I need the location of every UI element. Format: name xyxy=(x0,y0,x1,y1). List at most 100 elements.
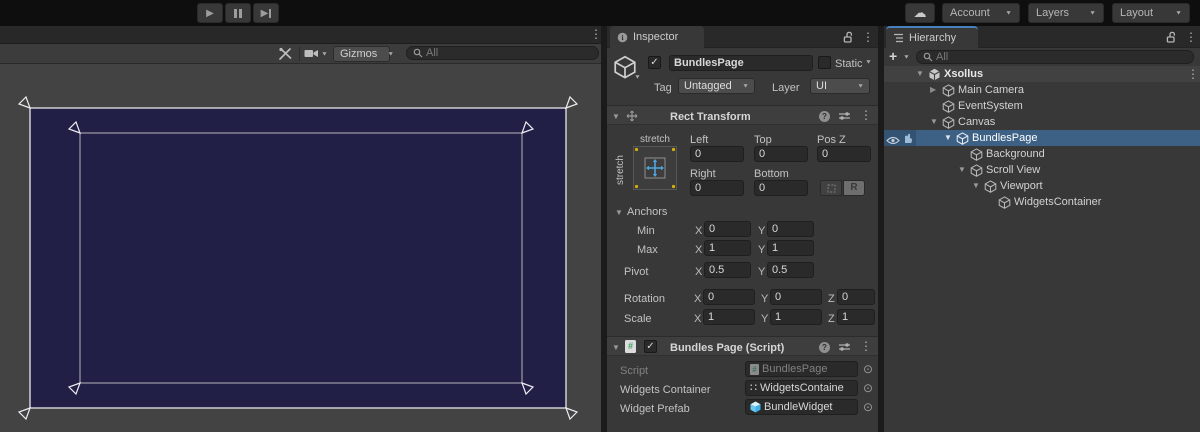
anchor-min-y-field[interactable]: 0 xyxy=(767,221,814,237)
foldout-arrow[interactable]: ▼ xyxy=(612,112,620,121)
layout-dropdown[interactable]: Layout▼ xyxy=(1112,3,1190,23)
step-button[interactable]: ▶ xyxy=(253,3,279,23)
account-dropdown[interactable]: Account▼ xyxy=(942,3,1020,23)
cloud-services-button[interactable]: ☁ xyxy=(905,3,935,23)
hierarchy-row-canvas[interactable]: ▼ Canvas xyxy=(884,114,1200,130)
top-field[interactable]: 0 xyxy=(754,146,808,162)
create-dropdown-icon[interactable]: ▼ xyxy=(903,55,910,61)
layout-label: Layout xyxy=(1120,7,1153,19)
camera-icon[interactable] xyxy=(304,48,319,59)
hierarchy-row-main-camera[interactable]: ▶ Main Camera xyxy=(884,82,1200,98)
search-placeholder: All xyxy=(936,51,948,63)
left-field[interactable]: 0 xyxy=(690,146,744,162)
hierarchy-row-eventsystem[interactable]: EventSystem xyxy=(884,98,1200,114)
anchor-max-x-field[interactable]: 1 xyxy=(704,240,751,256)
canvas-rect[interactable] xyxy=(30,108,566,408)
raw-edit-button[interactable]: R xyxy=(843,180,865,196)
item-label: Viewport xyxy=(1000,178,1043,194)
active-checkbox[interactable]: ✓ xyxy=(648,56,661,69)
component-menu-icon[interactable]: ⋮ xyxy=(860,104,872,126)
scale-y-field[interactable]: 1 xyxy=(770,309,822,325)
scale-x-field[interactable]: 1 xyxy=(703,309,755,325)
item-label: Main Camera xyxy=(958,82,1024,98)
anchors-label: Anchors xyxy=(627,205,667,219)
layers-label: Layers xyxy=(1036,7,1069,19)
presets-icon[interactable] xyxy=(838,342,851,352)
play-button[interactable]: ▶ xyxy=(197,3,223,23)
bottom-field[interactable]: 0 xyxy=(754,180,808,196)
help-icon[interactable]: ? xyxy=(819,342,830,353)
layers-dropdown[interactable]: Layers▼ xyxy=(1028,3,1104,23)
lock-icon[interactable] xyxy=(843,31,854,43)
hierarchy-search-input[interactable]: All xyxy=(916,50,1194,64)
scene-viewport[interactable] xyxy=(0,64,601,432)
rotation-y-field[interactable]: 0 xyxy=(770,289,822,305)
hierarchy-row-background[interactable]: Background xyxy=(884,146,1200,162)
hierarchy-menu-icon[interactable]: ⋮ xyxy=(1185,26,1197,48)
chevron-down-icon: ▼ xyxy=(383,51,398,57)
rotation-x-field[interactable]: 0 xyxy=(703,289,755,305)
script-component-header[interactable]: ▼ # ✓ Bundles Page (Script) ? ⋮ xyxy=(607,336,878,356)
object-picker-icon[interactable]: ⊙ xyxy=(863,362,873,376)
gizmos-dropdown[interactable]: Gizmos ▼ xyxy=(333,46,390,62)
foldout-arrow[interactable]: ▼ xyxy=(958,162,966,178)
script-component-body: Script # BundlesPage ⊙ Widgets Container… xyxy=(607,356,878,432)
item-label: EventSystem xyxy=(958,98,1023,114)
pause-button[interactable] xyxy=(225,3,251,23)
pivot-y-field[interactable]: 0.5 xyxy=(767,262,814,278)
search-icon xyxy=(413,48,423,58)
foldout-arrow[interactable]: ▼ xyxy=(612,343,620,352)
scale-z-field[interactable]: 1 xyxy=(837,309,875,325)
cloud-icon: ☁ xyxy=(914,5,927,21)
widget-prefab-label: Widget Prefab xyxy=(620,402,690,416)
gameobject-icon xyxy=(970,164,983,177)
hierarchy-row-bundlespage[interactable]: ▼ BundlesPage xyxy=(884,130,1200,146)
gameobject-name-field[interactable]: BundlesPage xyxy=(669,55,813,71)
scene-toolbar: ▼ Gizmos ▼ All xyxy=(0,44,601,64)
tab-hierarchy[interactable]: Hierarchy xyxy=(886,26,978,48)
camera-dropdown-icon[interactable]: ▼ xyxy=(321,52,328,58)
pivot-x-field[interactable]: 0.5 xyxy=(704,262,751,278)
foldout-arrow[interactable]: ▼ xyxy=(930,114,938,130)
foldout-arrow[interactable]: ▼ xyxy=(944,130,952,146)
anchors-foldout-arrow[interactable]: ▼ xyxy=(615,208,623,217)
pickability-hand-icon[interactable] xyxy=(902,133,915,146)
tools-icon[interactable] xyxy=(278,47,293,61)
anchor-max-y-field[interactable]: 1 xyxy=(767,240,814,256)
hierarchy-row-widgetscontainer[interactable]: WidgetsContainer xyxy=(884,194,1200,210)
component-menu-icon[interactable]: ⋮ xyxy=(860,335,872,357)
foldout-arrow[interactable]: ▶ xyxy=(930,82,936,98)
top-label: Top xyxy=(754,133,772,147)
widgets-container-field[interactable]: ∷ WidgetsContaine xyxy=(745,380,858,396)
help-icon[interactable]: ? xyxy=(819,111,830,122)
rect-transform-header[interactable]: ▼ Rect Transform ? ⋮ xyxy=(607,105,878,125)
blueprint-mode-button[interactable] xyxy=(820,180,842,196)
right-field[interactable]: 0 xyxy=(690,180,744,196)
foldout-arrow[interactable]: ▼ xyxy=(972,178,980,194)
create-button[interactable]: + xyxy=(889,48,897,64)
hierarchy-row-scene[interactable]: ▼ Xsollus ⋮ xyxy=(884,66,1200,82)
hierarchy-row-viewport[interactable]: ▼ Viewport xyxy=(884,178,1200,194)
posz-field[interactable]: 0 xyxy=(817,146,871,162)
object-picker-icon[interactable]: ⊙ xyxy=(863,400,873,414)
foldout-arrow[interactable]: ▼ xyxy=(916,66,924,82)
hierarchy-row-scroll-view[interactable]: ▼ Scroll View xyxy=(884,162,1200,178)
object-picker-icon[interactable]: ⊙ xyxy=(863,381,873,395)
tag-dropdown[interactable]: Untagged▼ xyxy=(678,78,755,94)
layer-dropdown[interactable]: UI▼ xyxy=(810,78,870,94)
script-enabled-checkbox[interactable]: ✓ xyxy=(644,340,657,353)
inspector-menu-icon[interactable]: ⋮ xyxy=(862,26,874,48)
scene-search-input[interactable]: All xyxy=(406,46,599,60)
gameobject-icon-dropdown[interactable]: ▼ xyxy=(634,75,641,81)
static-checkbox[interactable] xyxy=(818,56,831,69)
anchor-preset-widget[interactable] xyxy=(633,146,677,190)
static-dropdown-icon[interactable]: ▼ xyxy=(865,60,872,66)
lock-icon[interactable] xyxy=(1166,31,1177,43)
anchor-min-x-field[interactable]: 0 xyxy=(704,221,751,237)
tab-inspector[interactable]: i Inspector xyxy=(610,26,704,48)
widget-prefab-field[interactable]: BundleWidget xyxy=(745,399,858,415)
presets-icon[interactable] xyxy=(838,111,851,121)
scene-menu-icon[interactable]: ⋮ xyxy=(590,23,602,45)
rotation-z-field[interactable]: 0 xyxy=(837,289,875,305)
script-object-field[interactable]: # BundlesPage xyxy=(745,361,858,377)
